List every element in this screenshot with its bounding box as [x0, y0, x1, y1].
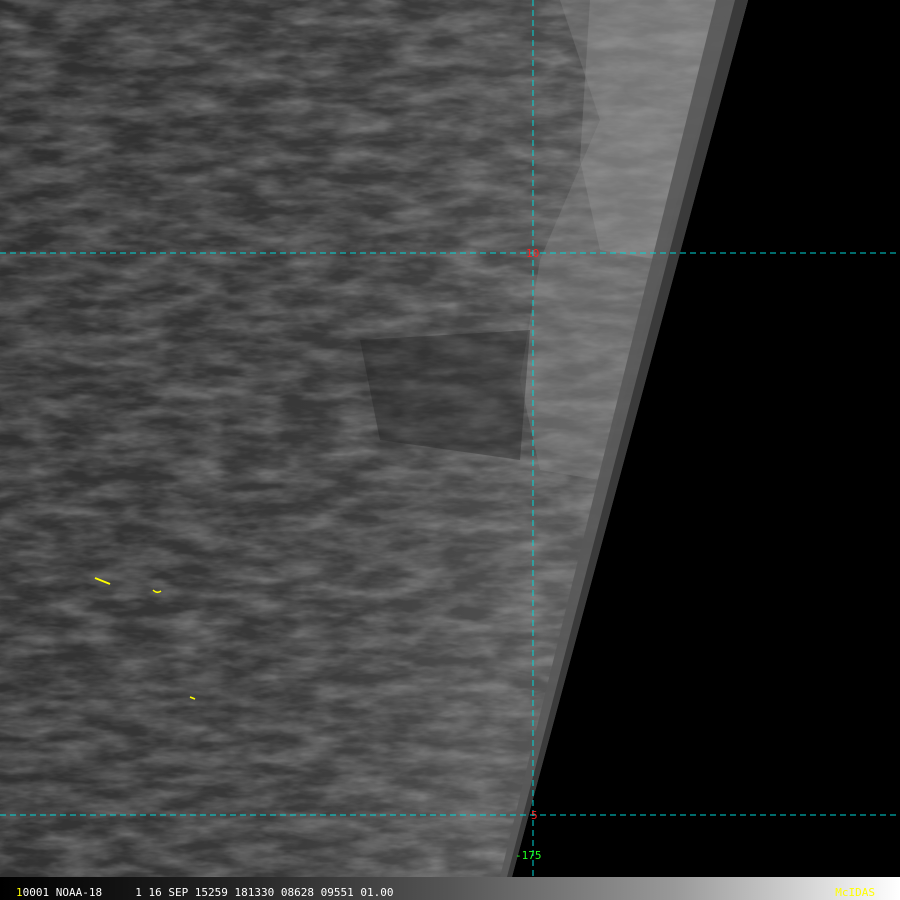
image-info: 10001 NOAA-18 1 16 SEP 15259 181330 0862… — [16, 886, 394, 900]
satellite-image: 10 5 -175 — [0, 0, 900, 877]
mcidas-logo: McIDAS — [835, 886, 875, 899]
lon-label-175: -175 — [515, 849, 542, 862]
image-metadata: 0001 NOAA-18 1 16 SEP 15259 181330 08628… — [22, 886, 394, 899]
frame-number: 1 — [16, 886, 23, 899]
lat-label-5: 5 — [531, 809, 538, 822]
lat-label-10: 10 — [526, 247, 539, 260]
